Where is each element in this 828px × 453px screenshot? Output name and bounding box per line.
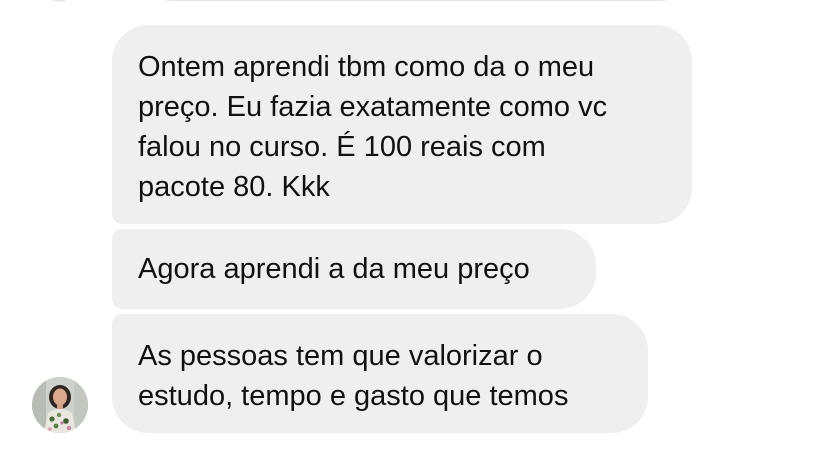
previous-message-edge bbox=[142, 0, 690, 1]
avatar-photo-icon bbox=[32, 377, 88, 433]
message-bubble[interactable]: As pessoas tem que valorizar o estudo, t… bbox=[112, 314, 648, 433]
previous-avatar-edge bbox=[44, 0, 74, 2]
chat-thread: Ontem aprendi tbm como da o meu preço. E… bbox=[0, 0, 828, 453]
message-bubble[interactable]: Agora aprendi a da meu preço bbox=[112, 229, 596, 309]
sender-avatar[interactable] bbox=[32, 377, 88, 433]
message-bubble[interactable]: Ontem aprendi tbm como da o meu preço. E… bbox=[112, 25, 692, 224]
